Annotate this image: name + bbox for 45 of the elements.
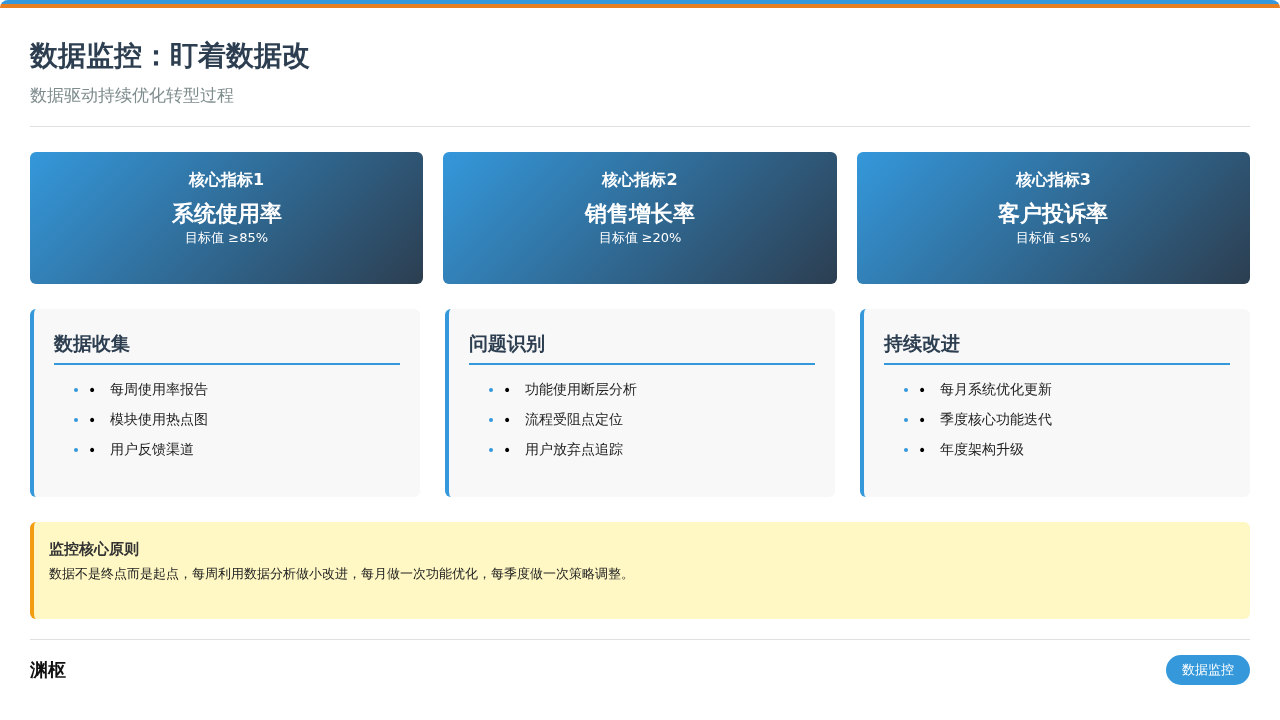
metric-name: 客户投诉率 xyxy=(998,201,1109,227)
list-marker-icon xyxy=(74,448,78,452)
list-item-text: 每月系统优化更新 xyxy=(940,381,1052,399)
section-title: 数据收集 xyxy=(54,329,400,365)
metric-label: 核心指标3 xyxy=(1015,169,1091,191)
bullet-symbol: • xyxy=(88,412,98,428)
list-item-text: 每周使用率报告 xyxy=(110,381,208,399)
bullet-symbol: • xyxy=(503,382,513,398)
topic-tag: 数据监控 xyxy=(1166,655,1250,685)
list-marker-icon xyxy=(904,418,908,422)
bullet-symbol: • xyxy=(918,412,928,428)
section-title: 问题识别 xyxy=(469,329,815,365)
bullet-symbol: • xyxy=(918,382,928,398)
page-title: 数据监控：盯着数据改 xyxy=(30,38,311,74)
metric-target: 目标值 ≤5% xyxy=(1016,229,1091,247)
metric-name: 销售增长率 xyxy=(585,201,695,227)
bullet-symbol: • xyxy=(918,442,928,458)
list-item-text: 季度核心功能迭代 xyxy=(940,411,1052,429)
list-item-text: 年度架构升级 xyxy=(940,441,1024,459)
list-item-text: 用户放弃点追踪 xyxy=(525,441,623,459)
list-marker-icon xyxy=(74,388,78,392)
metric-target: 目标值 ≥20% xyxy=(598,229,682,247)
callout-text: 数据不是终点而是起点，每周利用数据分析做小改进，每月做一次功能优化，每季度做一次策略调整。 xyxy=(49,565,635,583)
brand-name: 渊枢 xyxy=(30,658,66,682)
metric-name: 系统使用率 xyxy=(171,201,282,227)
list-marker-icon xyxy=(489,418,493,422)
metric-label: 核心指标2 xyxy=(602,169,678,191)
bullet-symbol: • xyxy=(503,412,513,428)
bullet-symbol: • xyxy=(88,442,98,458)
list-marker-icon xyxy=(904,388,908,392)
list-item-text: 流程受阻点定位 xyxy=(525,411,623,429)
list-marker-icon xyxy=(904,448,908,452)
list-marker-icon xyxy=(489,448,493,452)
bullet-symbol: • xyxy=(503,442,513,458)
section-title: 持续改进 xyxy=(884,329,1230,365)
metric-label: 核心指标1 xyxy=(189,169,265,191)
callout-title: 监控核心原则 xyxy=(49,539,140,560)
list-marker-icon xyxy=(489,388,493,392)
list-item-text: 用户反馈渠道 xyxy=(110,441,194,459)
page-subtitle: 数据驱动持续优化转型过程 xyxy=(30,84,235,106)
bullet-symbol: • xyxy=(88,382,98,398)
list-item-text: 模块使用热点图 xyxy=(110,411,208,429)
list-item-text: 功能使用断层分析 xyxy=(525,381,637,399)
metric-target: 目标值 ≥85% xyxy=(185,229,269,247)
list-marker-icon xyxy=(74,418,78,422)
